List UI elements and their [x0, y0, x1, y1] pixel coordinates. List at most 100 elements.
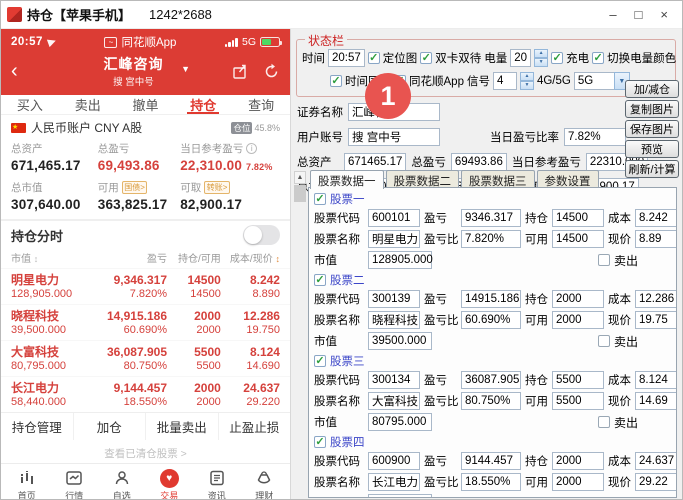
- maximize-button[interactable]: □: [635, 7, 643, 22]
- refresh-icon[interactable]: [263, 63, 280, 80]
- stock2-profit-input[interactable]: 14915.186: [461, 290, 521, 308]
- tabbar-quotes[interactable]: 行情: [51, 468, 99, 499]
- tab-buy[interactable]: 买入: [1, 95, 59, 114]
- tabbar-home[interactable]: 首页: [3, 468, 51, 499]
- scrollbar-thumb[interactable]: [294, 185, 306, 202]
- stock3-name-input[interactable]: 大富科技: [368, 392, 420, 410]
- timesync-checkbox[interactable]: ✓: [330, 75, 342, 87]
- location-checkbox[interactable]: ✓: [368, 52, 380, 64]
- battery-input[interactable]: 20: [510, 49, 531, 67]
- stock3-mv-input[interactable]: 80795.000: [368, 413, 432, 431]
- stock1-profit-input[interactable]: 9346.317: [461, 209, 521, 227]
- day-ratio-input[interactable]: 7.82%: [564, 128, 626, 146]
- holding-row[interactable]: 明星电力128,905.000 9,346.3177.820% 14500145…: [1, 268, 290, 304]
- stock2-pct-input[interactable]: 60.690%: [461, 311, 521, 329]
- stock1-code-input[interactable]: 600101: [368, 209, 420, 227]
- stock3-sell-checkbox[interactable]: [598, 416, 610, 428]
- signal-input[interactable]: 4: [493, 72, 517, 90]
- tabbar-trade[interactable]: ♥ 交易: [146, 468, 194, 499]
- add-reduce-position-button[interactable]: 加/减仓: [625, 80, 679, 98]
- stock1-position-input[interactable]: 14500: [552, 209, 604, 227]
- time-input[interactable]: 20:57: [328, 49, 365, 67]
- minute-chart-toggle[interactable]: [243, 225, 280, 245]
- stock4-enabled-checkbox[interactable]: ✓: [314, 436, 326, 448]
- stock2-code-input[interactable]: 300139: [368, 290, 420, 308]
- dualsim-checkbox[interactable]: ✓: [420, 52, 432, 64]
- add-position-button[interactable]: 加仓: [73, 413, 146, 440]
- stock2-available-input[interactable]: 2000: [552, 311, 604, 329]
- refresh-calc-button[interactable]: 刷新/计算: [625, 160, 679, 178]
- tabbar-wealth[interactable]: 理财: [241, 468, 289, 499]
- stock4-pct-input[interactable]: 18.550%: [461, 473, 521, 491]
- tab-parameters[interactable]: 参数设置: [537, 170, 599, 188]
- stock2-cost-input[interactable]: 12.286: [635, 290, 677, 308]
- manage-positions-button[interactable]: 持仓管理: [1, 413, 73, 440]
- close-button[interactable]: ×: [660, 7, 668, 22]
- stock2-name-input[interactable]: 晓程科技: [368, 311, 420, 329]
- bond-link-badge[interactable]: 国债>: [122, 181, 148, 194]
- minimize-button[interactable]: –: [609, 7, 616, 22]
- tab-query[interactable]: 查询: [232, 95, 290, 114]
- stock1-mv-input[interactable]: 128905.000: [368, 251, 432, 269]
- user-account-input[interactable]: 搜 宫中号: [348, 128, 440, 146]
- tab-sell[interactable]: 卖出: [59, 95, 117, 114]
- stock4-sell-checkbox[interactable]: [598, 497, 610, 498]
- tab-positions[interactable]: 持仓: [174, 95, 232, 114]
- stock3-price-input[interactable]: 14.69: [635, 392, 677, 410]
- stock2-price-input[interactable]: 19.75: [635, 311, 677, 329]
- preview-button[interactable]: 预览: [625, 140, 679, 158]
- total-profit-input[interactable]: 69493.86: [451, 153, 507, 171]
- transfer-link-badge[interactable]: 转账>: [204, 181, 230, 194]
- stock1-available-input[interactable]: 14500: [552, 230, 604, 248]
- battery-stepper[interactable]: ▲▼: [534, 49, 548, 67]
- signal-stepper[interactable]: ▲▼: [520, 72, 534, 90]
- tab-stock-data-3[interactable]: 股票数据三: [461, 170, 535, 188]
- stock4-cost-input[interactable]: 24.637: [635, 452, 677, 470]
- vertical-scrollbar[interactable]: ▲: [294, 170, 306, 498]
- stock1-pct-input[interactable]: 7.820%: [461, 230, 521, 248]
- stock1-sell-checkbox[interactable]: [598, 254, 610, 266]
- holding-row[interactable]: 大富科技80,795.000 36,087.90580.750% 5500550…: [1, 340, 290, 376]
- save-image-button[interactable]: 保存图片: [625, 120, 679, 138]
- scroll-up-icon[interactable]: ▲: [294, 171, 306, 184]
- stock4-price-input[interactable]: 29.22: [635, 473, 677, 491]
- stock3-cost-input[interactable]: 8.124: [635, 371, 677, 389]
- info-icon[interactable]: i: [246, 143, 257, 154]
- stock4-code-input[interactable]: 600900: [368, 452, 420, 470]
- stock1-price-input[interactable]: 8.89: [635, 230, 677, 248]
- stock4-profit-input[interactable]: 9144.457: [461, 452, 521, 470]
- stock2-enabled-checkbox[interactable]: ✓: [314, 274, 326, 286]
- stock2-mv-input[interactable]: 39500.000: [368, 332, 432, 350]
- holding-row[interactable]: 晓程科技39,500.000 14,915.18660.690% 2000200…: [1, 304, 290, 340]
- stock1-enabled-checkbox[interactable]: ✓: [314, 193, 326, 205]
- charging-checkbox[interactable]: ✓: [551, 52, 563, 64]
- stock3-position-input[interactable]: 5500: [552, 371, 604, 389]
- share-icon[interactable]: [232, 63, 249, 80]
- stock4-position-input[interactable]: 2000: [552, 452, 604, 470]
- stock3-available-input[interactable]: 5500: [552, 392, 604, 410]
- stock1-cost-input[interactable]: 8.242: [635, 209, 677, 227]
- tab-stock-data-2[interactable]: 股票数据二: [386, 170, 460, 188]
- copy-image-button[interactable]: 复制图片: [625, 100, 679, 118]
- stock4-name-input[interactable]: 长江电力: [368, 473, 420, 491]
- stop-profit-loss-button[interactable]: 止盈止损: [218, 413, 291, 440]
- battery-color-checkbox[interactable]: ✓: [592, 52, 604, 64]
- stock2-sell-checkbox[interactable]: [598, 335, 610, 347]
- stock3-profit-input[interactable]: 36087.905: [461, 371, 521, 389]
- network-dropdown[interactable]: 5G ▼: [574, 72, 630, 90]
- stock3-pct-input[interactable]: 80.750%: [461, 392, 521, 410]
- chevron-down-icon[interactable]: ▼: [181, 64, 190, 74]
- stock4-available-input[interactable]: 2000: [552, 473, 604, 491]
- stock3-enabled-checkbox[interactable]: ✓: [314, 355, 326, 367]
- view-cleared-link[interactable]: 查看已清仓股票 >: [1, 440, 290, 463]
- batch-sell-button[interactable]: 批量卖出: [145, 413, 218, 440]
- total-assets-input[interactable]: 671465.17: [344, 153, 406, 171]
- holding-row[interactable]: 长江电力58,440.000 9,144.45718.550% 20002000…: [1, 376, 290, 412]
- tab-stock-data-1[interactable]: 股票数据一: [310, 170, 384, 189]
- tabbar-news[interactable]: 资讯: [193, 468, 241, 499]
- stock4-mv-input[interactable]: 58440.000: [368, 494, 432, 498]
- tab-cancel-order[interactable]: 撤单: [117, 95, 175, 114]
- back-icon[interactable]: ‹: [11, 62, 35, 80]
- stock3-code-input[interactable]: 300134: [368, 371, 420, 389]
- stock2-position-input[interactable]: 2000: [552, 290, 604, 308]
